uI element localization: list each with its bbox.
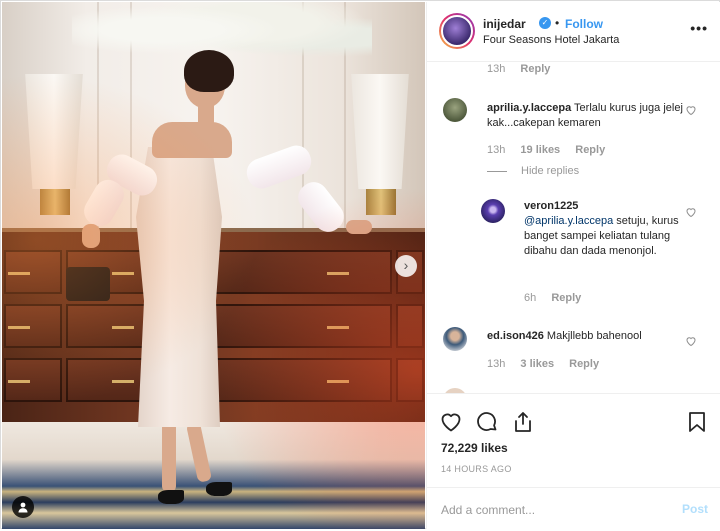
reply-button[interactable]: Reply: [551, 292, 581, 304]
comment-body: ed.ison426 Makjllebb bahenool: [487, 329, 687, 344]
comment-likes[interactable]: 19 likes: [520, 144, 560, 156]
follow-button[interactable]: Follow: [565, 17, 603, 31]
share-icon[interactable]: [511, 410, 535, 434]
bookmark-icon[interactable]: [685, 410, 709, 434]
comment-input[interactable]: [441, 500, 661, 520]
comment-text: Makjllebb bahenool: [546, 330, 642, 342]
user-tag-icon: [18, 502, 28, 513]
author-avatar[interactable]: [439, 13, 475, 49]
reply-button[interactable]: Reply: [569, 358, 599, 370]
chevron-right-icon: ›: [403, 257, 409, 273]
like-comment-icon[interactable]: [685, 206, 697, 218]
comment-meta: 6h Reply: [524, 292, 581, 304]
reply-button[interactable]: Reply: [520, 63, 550, 75]
comment-time[interactable]: 13h: [487, 358, 505, 370]
next-photo-button[interactable]: ›: [395, 255, 417, 277]
more-options-icon[interactable]: •••: [690, 20, 708, 36]
commenter-avatar[interactable]: [443, 327, 467, 351]
comment-meta: 13h 3 likes Reply: [487, 358, 599, 370]
post-actions: 72,229 likes 14 HOURS AGO Post: [427, 393, 720, 530]
comment-username[interactable]: veron1225: [524, 199, 684, 214]
add-comment-bar: Post: [427, 487, 720, 531]
post-header: inijedar ✓ • Follow Four Seasons Hotel J…: [427, 2, 720, 62]
commenter-avatar[interactable]: [443, 98, 467, 122]
tagged-people-button[interactable]: [12, 496, 34, 518]
post-photo[interactable]: ›: [2, 2, 425, 529]
likes-count[interactable]: 72,229 likes: [441, 441, 508, 455]
like-comment-icon[interactable]: [685, 335, 697, 347]
post-timestamp[interactable]: 14 HOURS AGO: [441, 464, 512, 474]
comment-meta: 13h 19 likes Reply: [487, 144, 605, 156]
comment-icon[interactable]: [475, 410, 499, 434]
post-location[interactable]: Four Seasons Hotel Jakarta: [483, 34, 619, 46]
like-comment-icon[interactable]: [685, 104, 697, 116]
commenter-avatar[interactable]: [481, 199, 505, 223]
author-username[interactable]: inijedar: [483, 17, 526, 31]
post-frame: › inijedar ✓ • Follow Four Seasons Hotel…: [0, 0, 720, 529]
comment-time[interactable]: 13h: [487, 63, 505, 75]
separator-dot: •: [555, 16, 560, 30]
comment-username[interactable]: ed.ison426: [487, 330, 544, 342]
comment-time[interactable]: 6h: [524, 292, 536, 304]
comment-likes[interactable]: 3 likes: [520, 358, 554, 370]
comment-meta: 13h Reply: [487, 63, 550, 75]
post-comment-button[interactable]: Post: [682, 502, 708, 516]
comment-username[interactable]: aprilia.y.laccepa: [487, 102, 571, 114]
reply-body: veron1225 @aprilia.y.laccepa setuju, kur…: [524, 199, 684, 259]
reply-button[interactable]: Reply: [575, 144, 605, 156]
comment-time[interactable]: 13h: [487, 144, 505, 156]
comment-mention[interactable]: @aprilia.y.laccepa: [524, 215, 613, 227]
verified-badge-icon: ✓: [539, 17, 551, 29]
heart-icon[interactable]: [439, 410, 463, 434]
comment-body: aprilia.y.laccepa Terlalu kurus juga jel…: [487, 101, 687, 131]
hide-replies-button[interactable]: Hide replies: [521, 165, 579, 177]
post-sidebar: inijedar ✓ • Follow Four Seasons Hotel J…: [426, 2, 720, 529]
comments-list: 13h Reply aprilia.y.laccepa Terlalu kuru…: [427, 63, 720, 393]
